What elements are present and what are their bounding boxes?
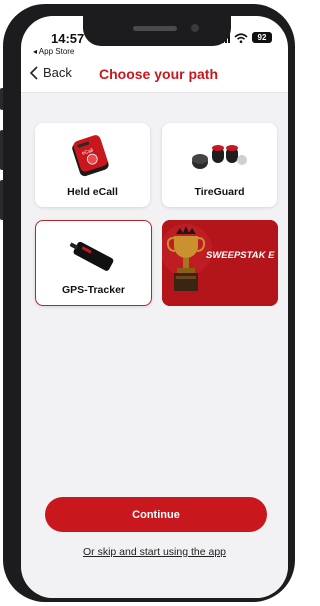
skip-link[interactable]: Or skip and start using the app [21, 546, 288, 558]
nav-header: Back Choose your path [21, 62, 288, 88]
option-gps-tracker[interactable]: GPS-Tracker [35, 220, 152, 306]
page-title: Choose your path [99, 66, 219, 82]
option-tireguard[interactable]: TireGuard [162, 123, 277, 207]
option-label: GPS-Tracker [61, 284, 126, 296]
trophy-image [162, 220, 278, 306]
continue-button[interactable]: Continue [45, 497, 267, 532]
front-camera [191, 24, 199, 32]
options-area: eCall Held eCall TireGuard GPS-Tracker S… [21, 93, 288, 598]
phone-screen: 14:57 ◂ App Store 92 Back Choose your pa… [21, 16, 288, 598]
gps-tracker-image [69, 241, 114, 271]
status-time: 14:57 [51, 31, 85, 46]
wifi-icon [234, 32, 248, 43]
back-to-app-store-link[interactable]: ◂ App Store [33, 47, 74, 56]
option-held-ecall[interactable]: eCall Held eCall [35, 123, 150, 207]
phone-frame: 14:57 ◂ App Store 92 Back Choose your pa… [3, 4, 295, 602]
back-button[interactable]: Back [29, 65, 72, 80]
speaker-grille [133, 26, 177, 31]
back-label: Back [43, 65, 72, 80]
battery-icon: 92 [252, 32, 272, 43]
chevron-left-icon [29, 65, 38, 80]
option-label: TireGuard [194, 186, 245, 198]
notch [83, 16, 231, 46]
option-label: Held eCall [67, 186, 118, 198]
tire-sensor-image [192, 145, 247, 169]
ecall-device-image: eCall [72, 135, 109, 177]
sweepstake-banner[interactable]: SWEEPSTAK E [162, 220, 278, 306]
sweepstake-text: SWEEPSTAK E [206, 250, 275, 261]
